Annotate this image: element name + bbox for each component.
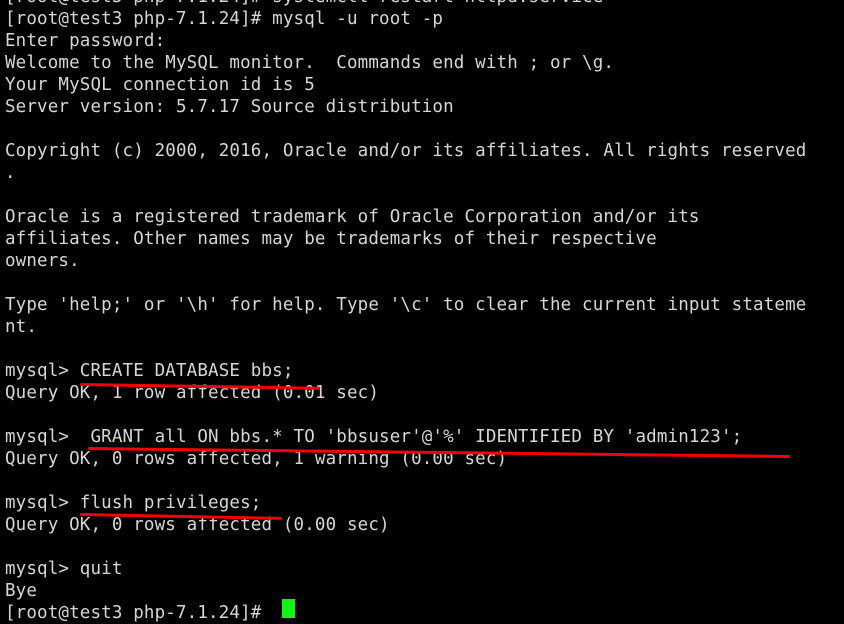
terminal-line: mysql> flush privileges;	[5, 493, 262, 513]
terminal-line: affiliates. Other names may be trademark…	[5, 229, 657, 249]
terminal-line: Type 'help;' or '\h' for help. Type '\c'…	[5, 295, 807, 315]
clipped-scrollback-row: [root@test3 php-7.1.24]# systemctl resta…	[0, 0, 844, 8]
terminal-line: Welcome to the MySQL monitor. Commands e…	[5, 53, 615, 73]
terminal-line: [root@test3 php-7.1.24]#	[5, 603, 273, 623]
terminal-window[interactable]: [root@test3 php-7.1.24]# systemctl resta…	[0, 0, 844, 624]
clipped-command-line: [root@test3 php-7.1.24]# systemctl resta…	[0, 0, 844, 8]
terminal-line: mysql> CREATE DATABASE bbs;	[5, 361, 294, 381]
terminal-line: .	[5, 163, 16, 183]
terminal-line: Enter password:	[5, 31, 166, 51]
terminal-line: Oracle is a registered trademark of Orac…	[5, 207, 700, 227]
terminal-output: [root@test3 php-7.1.24]# mysql -u root -…	[0, 8, 844, 624]
terminal-line: [root@test3 php-7.1.24]# mysql -u root -…	[5, 9, 444, 29]
terminal-line: Copyright (c) 2000, 2016, Oracle and/or …	[5, 141, 807, 161]
text-cursor	[282, 599, 295, 618]
terminal-line: nt.	[5, 317, 38, 337]
terminal-line: Your MySQL connection id is 5	[5, 75, 315, 95]
terminal-line: Bye	[5, 581, 38, 601]
terminal-line: mysql> GRANT all ON bbs.* TO 'bbsuser'@'…	[5, 427, 743, 447]
terminal-line: owners.	[5, 251, 80, 271]
terminal-line: Server version: 5.7.17 Source distributi…	[5, 97, 454, 117]
terminal-line: Query OK, 0 rows affected (0.00 sec)	[5, 515, 390, 535]
terminal-line: mysql> quit	[5, 559, 123, 579]
